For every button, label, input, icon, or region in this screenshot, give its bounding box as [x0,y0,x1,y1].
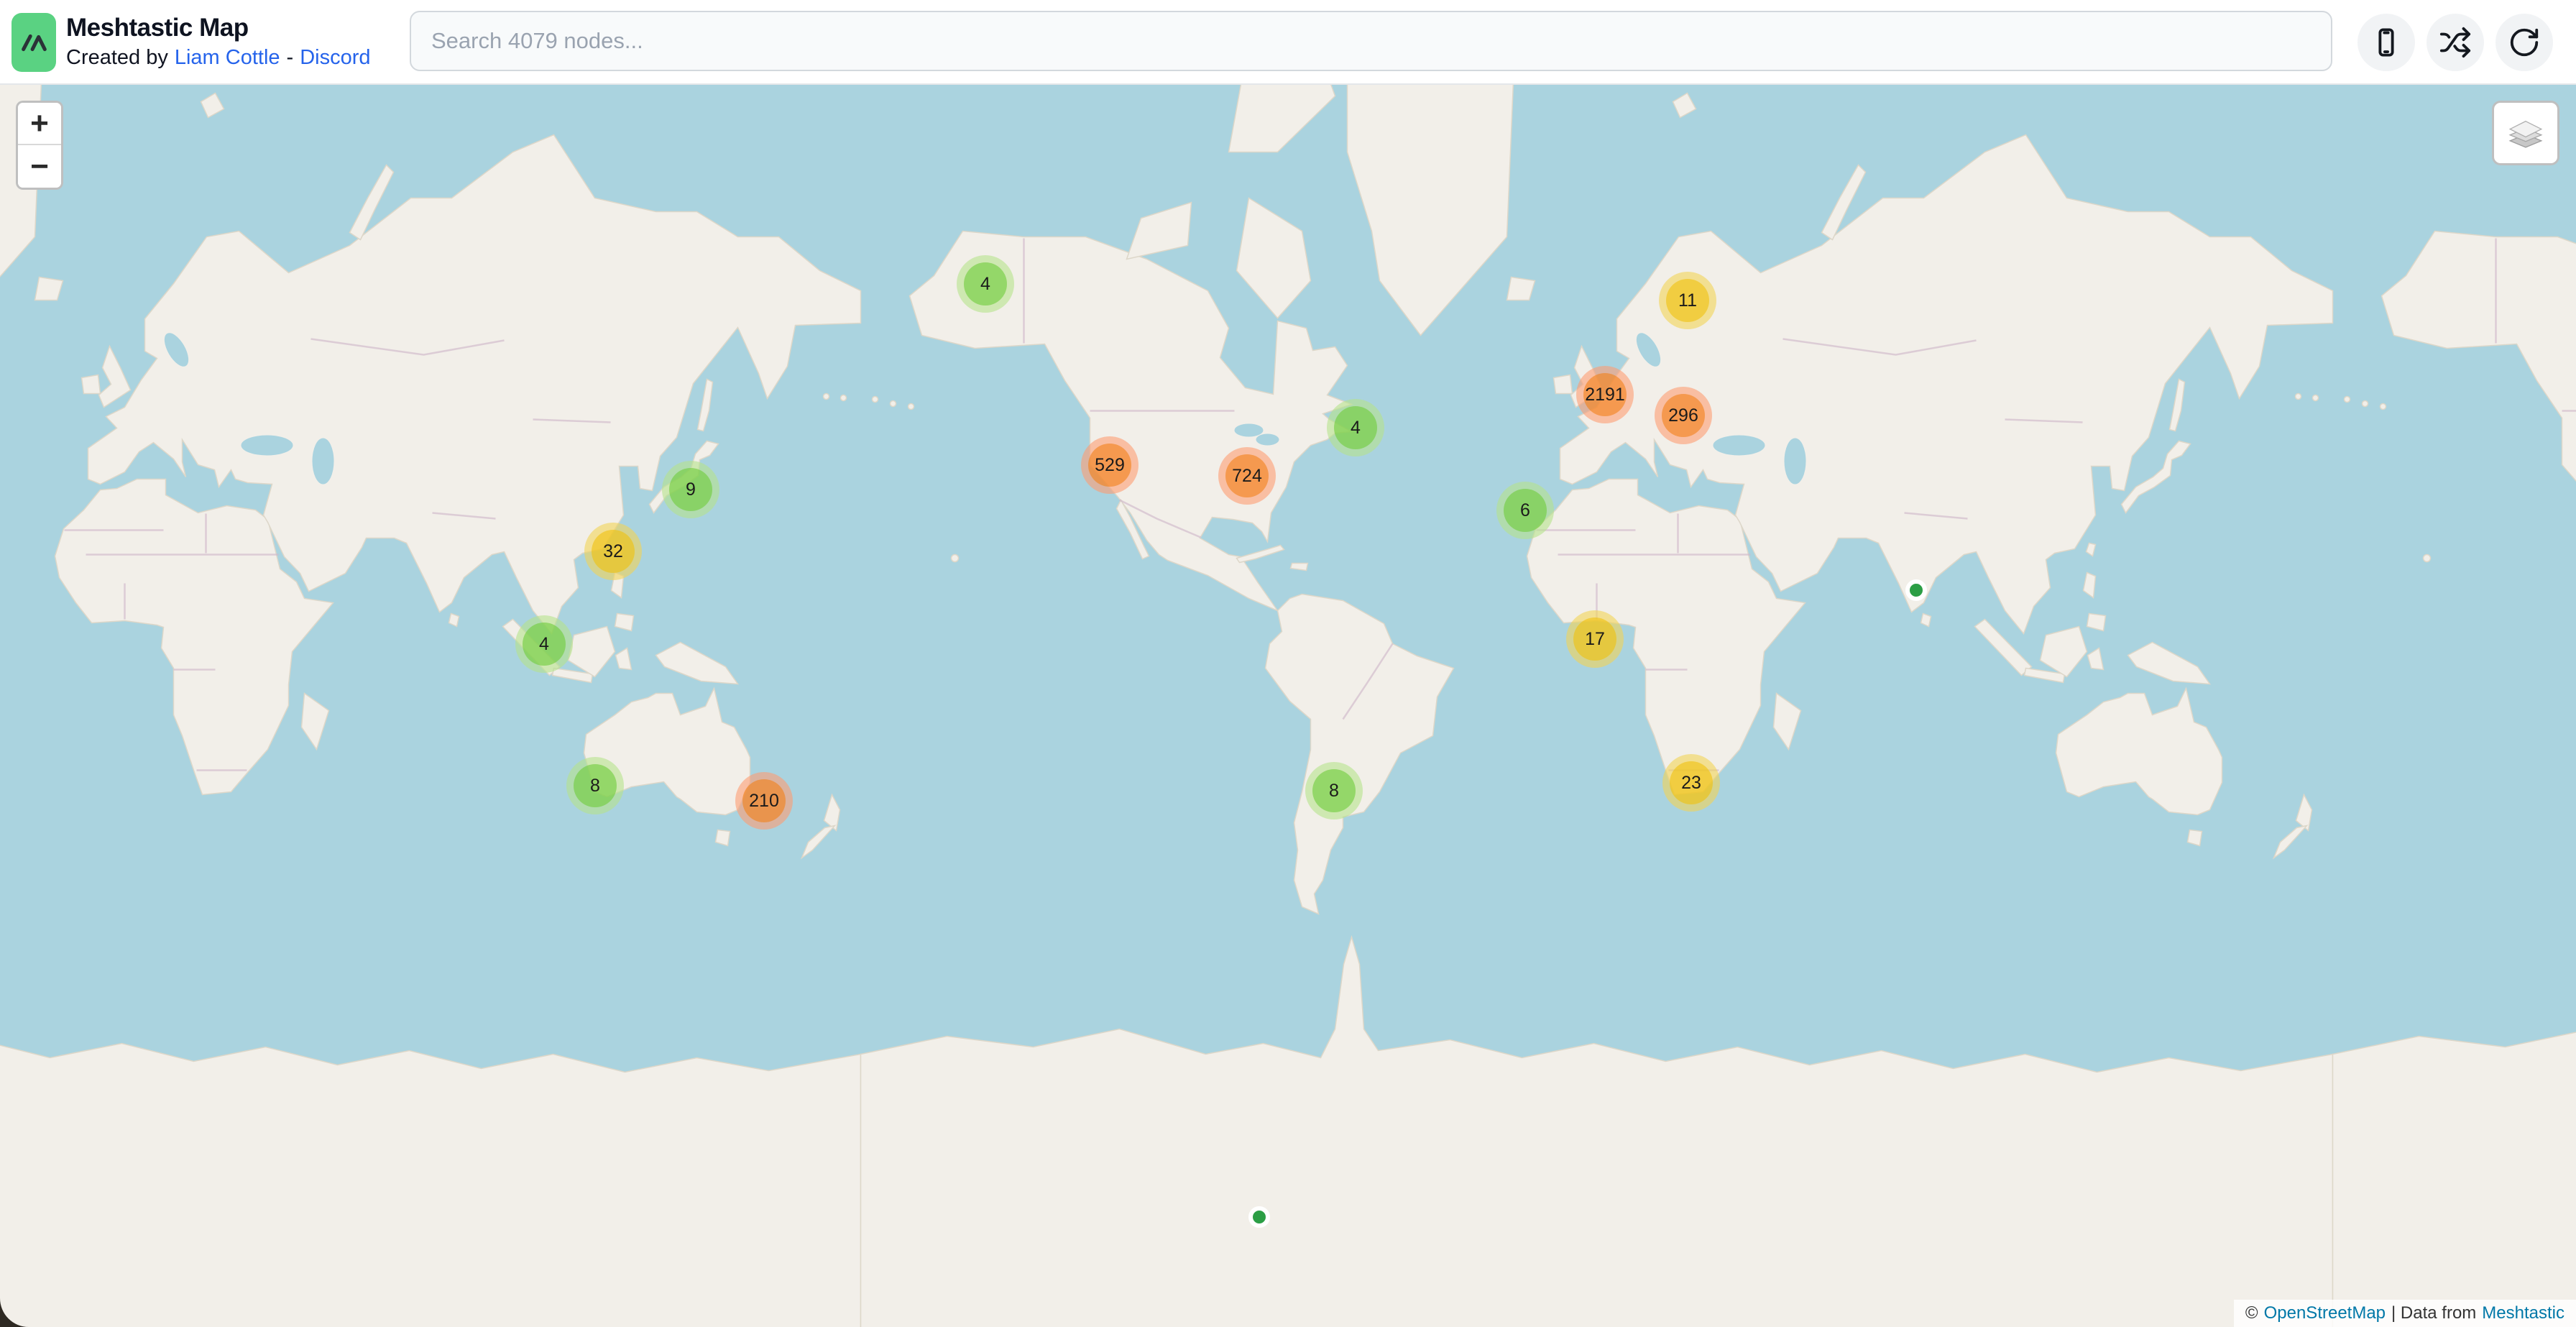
copyright-symbol: © [2245,1303,2258,1323]
cluster-marker[interactable]: 4 [957,255,1014,313]
cluster-marker[interactable]: 6 [1496,482,1554,539]
cluster-count-label: 296 [1662,394,1705,437]
cluster-marker[interactable]: 724 [1218,447,1276,505]
page-subtitle: Created by Liam Cottle - Discord [66,43,371,72]
cluster-marker[interactable]: 32 [584,523,642,580]
layers-icon [2505,112,2547,154]
mobile-phone-icon [2370,26,2403,59]
cluster-count-label: 529 [1088,444,1131,487]
author-link[interactable]: Liam Cottle [175,43,280,72]
marker-layer: 4 11 2191 296 4 529 724 9 6 32 4 17 8 210 8 23 [0,0,2576,1327]
map-attribution: © OpenStreetMap | Data from Meshtastic [2234,1300,2576,1327]
zoom-out-button[interactable]: − [18,145,61,188]
node-marker[interactable] [1248,1206,1270,1228]
mobile-app-button[interactable] [2358,14,2415,71]
cluster-count-label: 724 [1225,454,1269,497]
discord-link[interactable]: Discord [300,43,370,72]
search-input[interactable] [410,11,2332,71]
cluster-marker[interactable]: 23 [1662,754,1720,812]
map-canvas[interactable]: 4 11 2191 296 4 529 724 9 6 32 4 17 8 210 8 23 + − © Op… [0,0,2576,1327]
refresh-button[interactable] [2496,14,2553,71]
meshtastic-map-app: 4 11 2191 296 4 529 724 9 6 32 4 17 8 210 8 23 + − © Op… [0,0,2576,1327]
cluster-count-label: 9 [669,468,712,511]
cluster-count-label: 4 [523,623,566,666]
zoom-control: + − [16,101,63,190]
cluster-count-label: 4 [1334,406,1377,449]
cluster-count-label: 23 [1670,761,1713,804]
cluster-marker[interactable]: 4 [1327,399,1384,456]
node-marker[interactable] [1905,579,1927,601]
cluster-marker[interactable]: 529 [1081,436,1138,494]
page-title: Meshtastic Map [66,13,371,43]
cluster-marker[interactable]: 9 [662,461,719,518]
cluster-count-label: 32 [592,530,635,573]
subtitle-prefix: Created by [66,43,168,72]
header: Meshtastic Map Created by Liam Cottle - … [0,0,2576,85]
cluster-marker[interactable]: 2191 [1576,366,1634,423]
cluster-marker[interactable]: 17 [1566,610,1624,668]
cluster-marker[interactable]: 210 [735,772,793,830]
refresh-icon [2508,26,2541,59]
cluster-count-label: 8 [1312,769,1356,812]
cluster-count-label: 17 [1573,617,1616,661]
meshtastic-logo [12,13,56,72]
attribution-middle: | Data from [2391,1303,2476,1323]
zoom-in-button[interactable]: + [18,103,61,145]
subtitle-separator: - [287,43,294,72]
random-node-button[interactable] [2426,14,2484,71]
cluster-marker[interactable]: 11 [1659,272,1716,329]
meshtastic-logo-icon [17,26,50,59]
cluster-count-label: 210 [742,779,786,822]
cluster-marker[interactable]: 4 [515,615,573,673]
cluster-count-label: 11 [1666,279,1709,322]
cluster-count-label: 6 [1504,489,1547,532]
meshtastic-link[interactable]: Meshtastic [2482,1303,2564,1323]
layers-control[interactable] [2492,101,2559,165]
cluster-marker[interactable]: 296 [1655,387,1712,444]
osm-link[interactable]: OpenStreetMap [2264,1303,2386,1323]
cluster-marker[interactable]: 8 [566,757,624,814]
cluster-count-label: 2191 [1583,373,1627,416]
cluster-count-label: 4 [964,262,1007,306]
shuffle-icon [2439,26,2472,59]
cluster-marker[interactable]: 8 [1305,762,1363,819]
cluster-count-label: 8 [574,764,617,807]
